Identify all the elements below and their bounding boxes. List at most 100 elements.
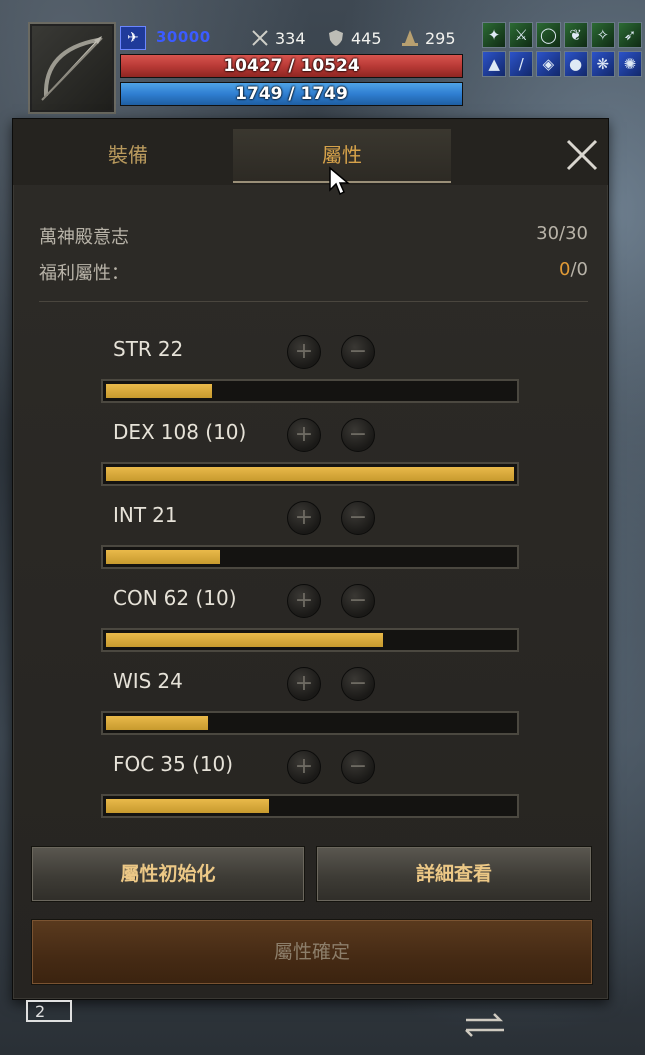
stat-label: FOC 35 (10) bbox=[113, 752, 233, 776]
ring-buff-icon[interactable]: ◯ bbox=[536, 22, 561, 48]
stat-bar-fill bbox=[106, 799, 269, 813]
increase-foc-button[interactable]: + bbox=[287, 750, 321, 784]
altar-buff-icon[interactable]: ▲ bbox=[482, 51, 507, 77]
plus-icon: + bbox=[294, 339, 314, 364]
stat-bar-fill bbox=[106, 633, 383, 647]
bonus-total: /0 bbox=[570, 259, 588, 280]
reset-attributes-button[interactable]: 屬性初始化 bbox=[31, 846, 305, 902]
wing-buff-icon[interactable]: ❋ bbox=[590, 51, 615, 77]
stat-bar-fill bbox=[106, 550, 220, 564]
wind-buff-icon[interactable]: ✺ bbox=[617, 51, 643, 77]
decrease-con-button[interactable]: − bbox=[341, 584, 375, 618]
hp-bar: 10427 / 10524 bbox=[120, 54, 463, 78]
minus-icon: − bbox=[348, 754, 368, 779]
stat-bar-fill bbox=[106, 384, 212, 398]
stat-name: FOC bbox=[113, 752, 155, 776]
stat-label: CON 62 (10) bbox=[113, 586, 237, 610]
stat-value: 62 (10) bbox=[163, 586, 237, 610]
bonus-attribute-value: 0/0 bbox=[559, 259, 588, 280]
confirm-attributes-button[interactable]: 屬性確定 bbox=[31, 919, 593, 985]
swap-arrows-icon[interactable] bbox=[460, 1010, 510, 1040]
attack-value: 334 bbox=[275, 28, 306, 48]
attack-stat: 334 bbox=[250, 27, 306, 49]
stat-bar bbox=[101, 379, 519, 403]
stat-name: STR bbox=[113, 337, 152, 361]
minus-icon: − bbox=[348, 339, 368, 364]
increase-dex-button[interactable]: + bbox=[287, 418, 321, 452]
stat-bar bbox=[101, 545, 519, 569]
stat-bar bbox=[101, 462, 519, 486]
magic-value: 295 bbox=[425, 28, 456, 48]
stat-bar bbox=[101, 711, 519, 735]
stat-label: WIS 24 bbox=[113, 669, 183, 693]
shield-buff-icon[interactable]: ◈ bbox=[536, 51, 561, 77]
tab-bar: 裝備 屬性 bbox=[13, 119, 608, 185]
decrease-wis-button[interactable]: − bbox=[341, 667, 375, 701]
view-details-button[interactable]: 詳細查看 bbox=[316, 846, 592, 902]
stat-value: 108 (10) bbox=[160, 420, 247, 444]
increase-str-button[interactable]: + bbox=[287, 335, 321, 369]
character-panel: 裝備 屬性 萬神殿意志 30/30 福利屬性： 0/0 STR 22 + − DEX 10… bbox=[12, 118, 609, 1000]
stat-name: DEX bbox=[113, 420, 155, 444]
decrease-str-button[interactable]: − bbox=[341, 335, 375, 369]
pantheon-will-value: 30/30 bbox=[536, 223, 588, 244]
wizard-hat-icon bbox=[402, 30, 418, 46]
svg-text:2: 2 bbox=[35, 1002, 45, 1021]
stat-bar bbox=[101, 794, 519, 818]
exp-value: 30000 bbox=[156, 28, 211, 46]
decrease-dex-button[interactable]: − bbox=[341, 418, 375, 452]
minus-icon: − bbox=[348, 505, 368, 530]
minus-icon: − bbox=[348, 588, 368, 613]
runner-buff-icon[interactable]: ➶ bbox=[617, 22, 643, 48]
stat-name: INT bbox=[113, 503, 147, 527]
bonus-current: 0 bbox=[559, 259, 571, 280]
mp-bar: 1749 / 1749 bbox=[120, 82, 463, 106]
defense-value: 445 bbox=[351, 28, 382, 48]
blade-buff-icon[interactable]: / bbox=[509, 51, 534, 77]
plus-icon: + bbox=[294, 422, 314, 447]
pantheon-will-row: 萬神殿意志 30/30 bbox=[39, 223, 588, 249]
bow-icon bbox=[41, 36, 103, 101]
plus-icon: + bbox=[294, 588, 314, 613]
mouse-cursor-icon bbox=[329, 166, 350, 196]
tab-equipment[interactable]: 裝備 bbox=[19, 129, 237, 181]
plus-icon: + bbox=[294, 754, 314, 779]
stat-bar-fill bbox=[106, 467, 514, 481]
shield-icon bbox=[329, 30, 343, 46]
pantheon-will-label: 萬神殿意志 bbox=[39, 227, 129, 248]
sword-buff-icon[interactable]: ⚔ bbox=[509, 22, 534, 48]
divider bbox=[39, 301, 588, 302]
pouch-buff-icon[interactable]: ● bbox=[563, 51, 588, 77]
stat-label: STR 22 bbox=[113, 337, 183, 361]
eagle-buff-icon[interactable]: ✦ bbox=[482, 22, 507, 48]
plus-icon: + bbox=[294, 505, 314, 530]
feather-buff-icon[interactable]: ❦ bbox=[563, 22, 588, 48]
level-icon: ✈ bbox=[120, 26, 146, 50]
stat-bar-fill bbox=[106, 716, 208, 730]
increase-wis-button[interactable]: + bbox=[287, 667, 321, 701]
increase-int-button[interactable]: + bbox=[287, 501, 321, 535]
bonus-attribute-row: 福利屬性： 0/0 bbox=[39, 259, 588, 285]
plus-icon: + bbox=[294, 671, 314, 696]
decrease-foc-button[interactable]: − bbox=[341, 750, 375, 784]
stat-value: 22 bbox=[157, 337, 184, 361]
minus-icon: − bbox=[348, 422, 368, 447]
claw-buff-icon[interactable]: ✧ bbox=[590, 22, 615, 48]
bonus-attribute-label: 福利屬性： bbox=[39, 263, 129, 284]
crossed-swords-icon bbox=[252, 30, 268, 46]
stat-value: 24 bbox=[157, 669, 183, 693]
minus-icon: − bbox=[348, 671, 368, 696]
stat-name: CON bbox=[113, 586, 158, 610]
increase-con-button[interactable]: + bbox=[287, 584, 321, 618]
buff-panel: ✦ ⚔ ◯ ❦ ✧ ➶ ▲ / ◈ ● ❋ ✺ bbox=[482, 22, 643, 80]
stat-value: 35 (10) bbox=[160, 752, 234, 776]
stat-label: INT 21 bbox=[113, 503, 178, 527]
hotkey-icon[interactable]: 2 bbox=[26, 1000, 72, 1022]
decrease-int-button[interactable]: − bbox=[341, 501, 375, 535]
class-portrait[interactable] bbox=[28, 22, 116, 114]
defense-stat: 445 bbox=[326, 27, 382, 49]
stat-value: 21 bbox=[152, 503, 178, 527]
close-icon[interactable] bbox=[562, 135, 602, 175]
stat-bar bbox=[101, 628, 519, 652]
stat-name: WIS bbox=[113, 669, 152, 693]
